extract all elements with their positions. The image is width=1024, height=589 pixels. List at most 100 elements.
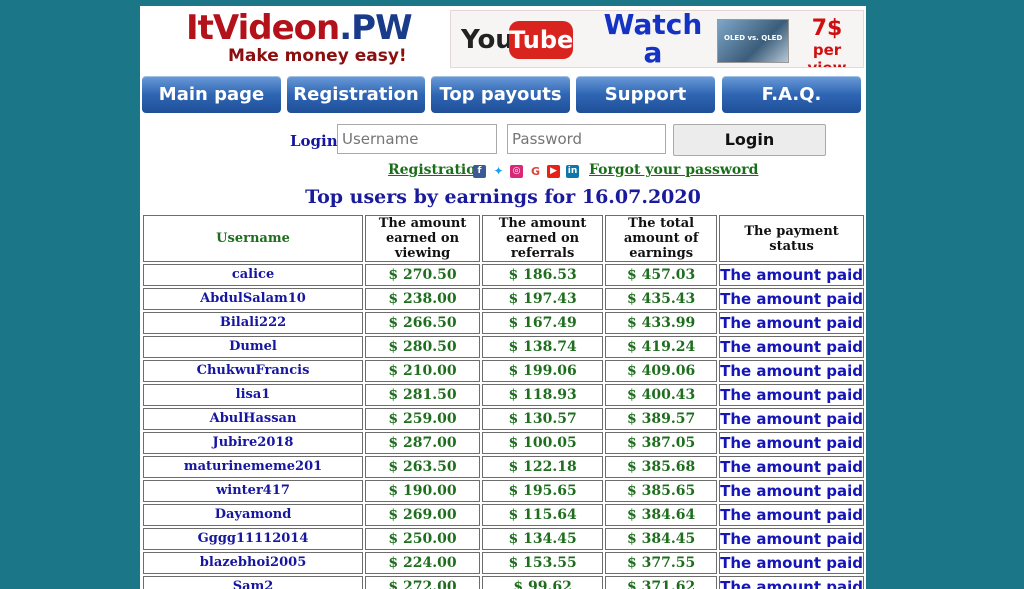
cell-viewing: $ 250.00: [365, 528, 481, 550]
cell-username[interactable]: ChukwuFrancis: [143, 360, 364, 382]
cell-status[interactable]: The amount paid: [719, 336, 864, 358]
nav-main-page[interactable]: Main page: [142, 76, 281, 113]
cell-viewing: $ 266.50: [365, 312, 481, 334]
login-label: Login: [290, 132, 338, 150]
cell-status[interactable]: The amount paid: [719, 528, 864, 550]
cell-viewing: $ 270.50: [365, 264, 481, 286]
header-viewing: The amount earned on viewing: [365, 215, 481, 262]
cell-viewing: $ 272.00: [365, 576, 481, 589]
table-body: calice $ 270.50 $ 186.53 $ 457.03 The amount…: [143, 264, 864, 589]
cell-username[interactable]: winter417: [143, 480, 364, 502]
table-row: Sam2 $ 272.00 $ 99.62 $ 371.62 The amount pa…: [143, 576, 864, 589]
cell-viewing: $ 224.00: [365, 552, 481, 574]
cell-username[interactable]: Bilali222: [143, 312, 364, 334]
social-login-row: Registration f ✦ ◎ G ▶ in Forgot your pa…: [140, 162, 866, 182]
cell-total: $ 385.65: [605, 480, 718, 502]
registration-link[interactable]: Registration: [388, 162, 486, 178]
forgot-password-link[interactable]: Forgot your password: [589, 162, 758, 178]
cell-total: $ 371.62: [605, 576, 718, 589]
table-row: maturinememe201 $ 263.50 $ 122.18 $ 385.68 T…: [143, 456, 864, 478]
facebook-icon[interactable]: f: [473, 165, 486, 178]
earnings-table-wrapper: Username The amount earned on viewing Th…: [141, 213, 866, 589]
cell-status[interactable]: The amount paid: [719, 432, 864, 454]
table-row: Dayamond $ 269.00 $ 115.64 $ 384.64 The amou…: [143, 504, 864, 526]
cell-referrals: $ 186.53: [482, 264, 604, 286]
cell-username[interactable]: Dumel: [143, 336, 364, 358]
cell-status[interactable]: The amount paid: [719, 312, 864, 334]
nav-support[interactable]: Support: [576, 76, 715, 113]
linkedin-icon[interactable]: in: [566, 165, 579, 178]
password-input[interactable]: [507, 124, 666, 154]
cell-status[interactable]: The amount paid: [719, 384, 864, 406]
youtube-banner[interactable]: You Tube Watch a videos OLED vs. QLED 7$…: [450, 10, 864, 68]
cell-status[interactable]: The amount paid: [719, 264, 864, 286]
cell-username[interactable]: AbdulSalam10: [143, 288, 364, 310]
header-referrals: The amount earned on referrals: [482, 215, 604, 262]
cell-total: $ 400.43: [605, 384, 718, 406]
logo-text: ItVideon.PW: [186, 8, 413, 48]
cell-username[interactable]: Sam2: [143, 576, 364, 589]
cell-username[interactable]: calice: [143, 264, 364, 286]
cell-username[interactable]: Jubire2018: [143, 432, 364, 454]
google-icon[interactable]: G: [529, 165, 542, 178]
cell-status[interactable]: The amount paid: [719, 552, 864, 574]
table-row: blazebhoi2005 $ 224.00 $ 153.55 $ 377.55 The…: [143, 552, 864, 574]
cell-referrals: $ 100.05: [482, 432, 604, 454]
cell-username[interactable]: Gggg11112014: [143, 528, 364, 550]
cell-username[interactable]: blazebhoi2005: [143, 552, 364, 574]
cell-referrals: $ 153.55: [482, 552, 604, 574]
table-row: AbulHassan $ 259.00 $ 130.57 $ 389.57 The am…: [143, 408, 864, 430]
table-row: Dumel $ 280.50 $ 138.74 $ 419.24 The amount …: [143, 336, 864, 358]
cell-status[interactable]: The amount paid: [719, 288, 864, 310]
cell-total: $ 387.05: [605, 432, 718, 454]
instagram-icon[interactable]: ◎: [510, 165, 523, 178]
twitter-icon[interactable]: ✦: [492, 165, 505, 178]
cell-total: $ 377.55: [605, 552, 718, 574]
login-button[interactable]: Login: [673, 124, 826, 156]
cell-username[interactable]: maturinememe201: [143, 456, 364, 478]
cell-viewing: $ 280.50: [365, 336, 481, 358]
cell-viewing: $ 238.00: [365, 288, 481, 310]
cell-referrals: $ 197.43: [482, 288, 604, 310]
site-logo[interactable]: ItVideon.PW Make money easy!: [186, 8, 413, 72]
cell-referrals: $ 115.64: [482, 504, 604, 526]
nav-registration[interactable]: Registration: [287, 76, 425, 113]
header-username: Username: [143, 215, 364, 262]
table-row: AbdulSalam10 $ 238.00 $ 197.43 $ 435.43 The …: [143, 288, 864, 310]
cell-total: $ 389.57: [605, 408, 718, 430]
cell-viewing: $ 287.00: [365, 432, 481, 454]
cell-referrals: $ 130.57: [482, 408, 604, 430]
cell-status[interactable]: The amount paid: [719, 360, 864, 382]
nav-faq[interactable]: F.A.Q.: [722, 76, 861, 113]
cell-total: $ 409.06: [605, 360, 718, 382]
cell-username[interactable]: lisa1: [143, 384, 364, 406]
cell-referrals: $ 134.45: [482, 528, 604, 550]
cell-status[interactable]: The amount paid: [719, 576, 864, 589]
table-row: Gggg11112014 $ 250.00 $ 134.45 $ 384.45 The …: [143, 528, 864, 550]
cell-viewing: $ 281.50: [365, 384, 481, 406]
cell-referrals: $ 199.06: [482, 360, 604, 382]
table-row: Bilali222 $ 266.50 $ 167.49 $ 433.99 The amo…: [143, 312, 864, 334]
cell-total: $ 384.64: [605, 504, 718, 526]
cell-status[interactable]: The amount paid: [719, 408, 864, 430]
table-row: lisa1 $ 281.50 $ 118.93 $ 400.43 The amount …: [143, 384, 864, 406]
cell-referrals: $ 138.74: [482, 336, 604, 358]
username-input[interactable]: [337, 124, 497, 154]
youtube-icon[interactable]: ▶: [547, 165, 560, 178]
cell-username[interactable]: Dayamond: [143, 504, 364, 526]
table-row: ChukwuFrancis $ 210.00 $ 199.06 $ 409.06 The…: [143, 360, 864, 382]
cell-total: $ 433.99: [605, 312, 718, 334]
cell-referrals: $ 167.49: [482, 312, 604, 334]
cell-status[interactable]: The amount paid: [719, 480, 864, 502]
cell-viewing: $ 210.00: [365, 360, 481, 382]
cell-status[interactable]: The amount paid: [719, 504, 864, 526]
nav-top-payouts[interactable]: Top payouts: [431, 76, 570, 113]
login-form: Login Login: [140, 124, 866, 158]
cell-referrals: $ 195.65: [482, 480, 604, 502]
main-nav: Main page Registration Top payouts Suppo…: [142, 76, 864, 114]
cell-referrals: $ 99.62: [482, 576, 604, 589]
cell-viewing: $ 190.00: [365, 480, 481, 502]
tv-image-icon: OLED vs. QLED: [717, 19, 789, 63]
cell-status[interactable]: The amount paid: [719, 456, 864, 478]
cell-username[interactable]: AbulHassan: [143, 408, 364, 430]
